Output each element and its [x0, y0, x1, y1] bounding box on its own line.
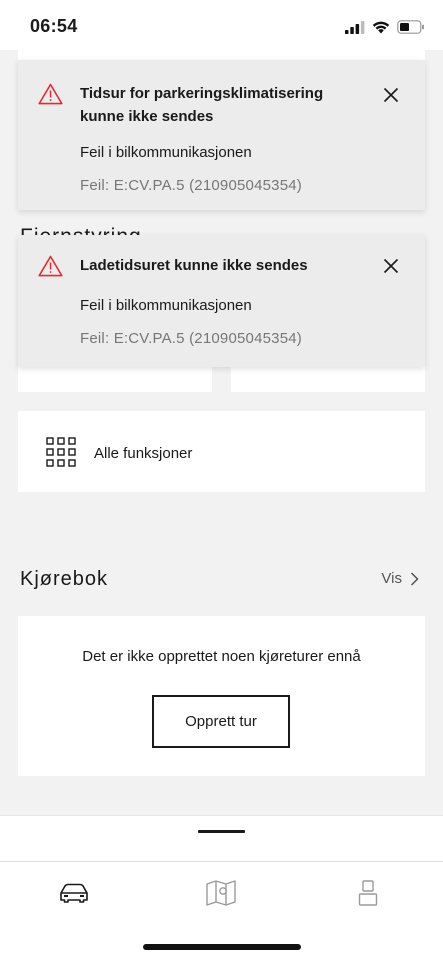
grid-icon	[46, 437, 76, 467]
logbook-show-label: Vis	[381, 570, 402, 587]
signal-icon	[345, 20, 365, 34]
home-indicator	[143, 944, 301, 950]
status-time: 06:54	[30, 16, 78, 36]
logbook-empty-text: Det er ikke opprettet noen kjøreturer en…	[82, 648, 361, 665]
drag-handle[interactable]	[198, 830, 245, 833]
all-functions-label: Alle funksjoner	[94, 445, 193, 462]
warning-triangle-icon	[38, 255, 63, 277]
status-icons	[345, 18, 425, 36]
wifi-icon	[372, 21, 390, 33]
tab-profile[interactable]	[338, 873, 398, 913]
car-icon	[60, 883, 88, 903]
all-functions-card[interactable]: Alle funksjoner	[18, 411, 425, 492]
profile-icon	[358, 880, 378, 906]
create-trip-button[interactable]: Opprett tur	[152, 695, 290, 748]
error-notification-climate-timer: Tidsur for parkeringsklimatisering kunne…	[18, 60, 425, 210]
notification-message: Feil i bilkommunikasjonen	[80, 297, 252, 314]
chevron-right-icon	[410, 571, 419, 586]
warning-triangle-icon	[38, 83, 63, 105]
notification-error-code: Feil: E:CV.PA.5 (210905045354)	[80, 177, 302, 194]
close-icon[interactable]	[383, 87, 399, 103]
error-notification-charge-timer: Ladetidsuret kunne ikke sendes Feil i bi…	[18, 235, 425, 367]
notification-error-code: Feil: E:CV.PA.5 (210905045354)	[80, 330, 302, 347]
map-icon	[206, 880, 236, 906]
tab-bar-divider	[0, 861, 443, 862]
tab-car[interactable]	[44, 873, 104, 913]
logbook-card: Det er ikke opprettet noen kjøreturer en…	[18, 616, 425, 776]
tab-map[interactable]	[191, 873, 251, 913]
logbook-title: Kjørebok	[20, 568, 109, 590]
battery-icon	[397, 20, 424, 34]
close-icon[interactable]	[383, 258, 399, 274]
notification-title: Ladetidsuret kunne ikke sendes	[80, 257, 308, 274]
status-bar: 06:54	[0, 0, 443, 50]
notification-message: Feil i bilkommunikasjonen	[80, 144, 252, 161]
notification-title: Tidsur for parkeringsklimatisering kunne…	[80, 85, 324, 125]
logbook-show-link[interactable]: Vis	[381, 570, 419, 587]
